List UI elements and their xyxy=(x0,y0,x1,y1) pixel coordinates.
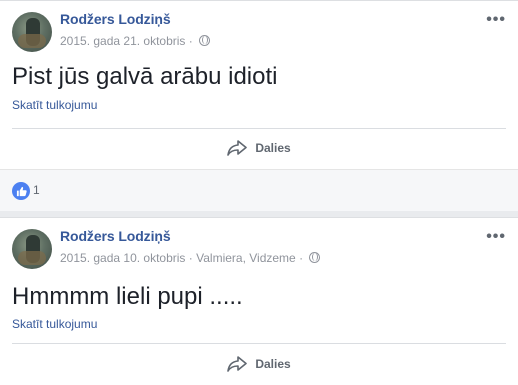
more-options-icon[interactable]: ••• xyxy=(486,11,506,29)
post-header: Rodžers Lodziņš 2015. gada 21. oktobris … xyxy=(0,1,518,55)
see-translation-link[interactable]: Skatīt tulkojumu xyxy=(12,317,97,331)
divider xyxy=(12,343,506,344)
like-icon xyxy=(12,182,30,200)
post-card: Rodžers Lodziņš 2015. gada 10. oktobris … xyxy=(0,217,518,385)
share-arrow-icon xyxy=(227,356,248,372)
post-meta: 2015. gada 10. oktobris · Valmiera, Vidz… xyxy=(60,251,321,265)
post-text: Hmmmm lieli pupi ..... xyxy=(12,283,243,310)
avatar[interactable] xyxy=(12,229,52,269)
share-arrow-icon xyxy=(227,140,248,156)
share-button[interactable]: Dalies xyxy=(0,345,518,383)
globe-icon[interactable] xyxy=(199,35,211,46)
post-header: Rodžers Lodziņš 2015. gada 10. oktobris … xyxy=(0,218,518,272)
author-name[interactable]: Rodžers Lodziņš xyxy=(60,11,171,27)
like-count[interactable]: 1 xyxy=(33,183,40,197)
see-translation-link[interactable]: Skatīt tulkojumu xyxy=(12,98,97,112)
post-timestamp[interactable]: 2015. gada 21. oktobris xyxy=(60,34,185,48)
news-feed: Rodžers Lodziņš 2015. gada 21. oktobris … xyxy=(0,0,518,385)
post-text: Pist jūs galvā arābu idioti xyxy=(12,63,278,90)
share-label: Dalies xyxy=(255,357,291,371)
more-options-icon[interactable]: ••• xyxy=(486,228,506,246)
post-timestamp[interactable]: 2015. gada 10. oktobris xyxy=(60,251,185,265)
post-location[interactable]: Valmiera, Vidzeme xyxy=(196,251,296,265)
post-card: Rodžers Lodziņš 2015. gada 21. oktobris … xyxy=(0,0,518,211)
avatar[interactable] xyxy=(12,12,52,52)
post-meta: 2015. gada 21. oktobris · xyxy=(60,34,211,48)
share-label: Dalies xyxy=(255,141,291,155)
globe-icon[interactable] xyxy=(309,252,321,263)
author-name[interactable]: Rodžers Lodziņš xyxy=(60,228,171,244)
share-button[interactable]: Dalies xyxy=(0,129,518,167)
reactions-bar[interactable]: 1 xyxy=(0,169,518,211)
